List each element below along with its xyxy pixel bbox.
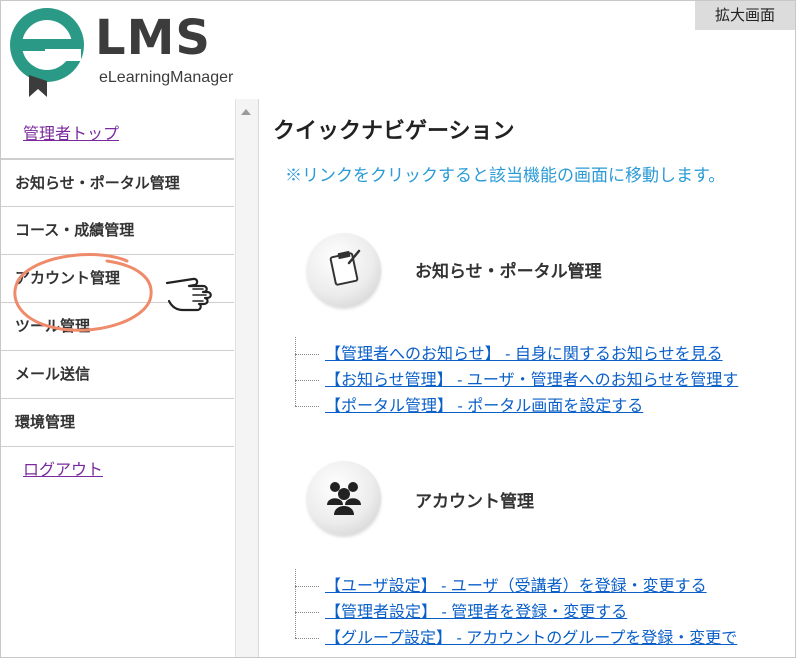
section-icon-notice — [307, 233, 381, 307]
highlight-circle-annotation — [13, 253, 153, 332]
section-title-account: アカウント管理 — [415, 492, 534, 511]
pointing-hand-icon — [165, 277, 212, 312]
list-item: 【ポータル管理】 - ポータル画面を設定する — [295, 393, 738, 419]
app-frame: LMS eLearningManager 拡大画面 管理者トップ お知らせ・ポー… — [0, 0, 796, 658]
link-portal-management[interactable]: 【ポータル管理】 - ポータル画面を設定する — [325, 398, 643, 415]
zoom-label[interactable]: 拡大画面 — [695, 1, 795, 30]
list-item: 【管理者へのお知らせ】 - 自身に関するお知らせを見る — [295, 341, 738, 367]
elms-logo-icon — [10, 8, 84, 97]
list-item: 【グループ設定】 - アカウントのグループを登録・変更で — [295, 625, 737, 651]
sidebar-item-course-grades[interactable]: コース・成績管理 — [1, 207, 234, 255]
logo-subtitle: eLearningManager — [99, 69, 234, 86]
page-title: クイックナビゲーション — [273, 118, 515, 143]
link-admin-notice[interactable]: 【管理者へのお知らせ】 - 自身に関するお知らせを見る — [325, 346, 723, 363]
link-user-settings[interactable]: 【ユーザ設定】 - ユーザ（受講者）を登録・変更する — [325, 578, 707, 595]
link-admin-settings[interactable]: 【管理者設定】 - 管理者を登録・変更する — [325, 604, 627, 621]
link-list-notice: 【管理者へのお知らせ】 - 自身に関するお知らせを見る 【お知らせ管理】 - ユ… — [295, 337, 738, 419]
logo: LMS eLearningManager — [5, 5, 275, 97]
scrollbar[interactable] — [236, 99, 258, 657]
main-content: クイックナビゲーション ※リンクをクリックすると該当機能の画面に移動します。 お… — [259, 99, 795, 657]
link-notice-management[interactable]: 【お知らせ管理】 - ユーザ・管理者へのお知らせを管理す — [325, 372, 738, 389]
list-item: 【ユーザ設定】 - ユーザ（受講者）を登録・変更する — [295, 573, 737, 599]
sidebar-item-logout[interactable]: ログアウト — [1, 447, 234, 495]
sidebar-item-admin-top[interactable]: 管理者トップ — [1, 111, 234, 159]
header: LMS eLearningManager 拡大画面 — [1, 1, 795, 99]
logo-text: LMS — [95, 10, 211, 66]
scroll-up-arrow-icon[interactable] — [241, 109, 251, 115]
list-item: 【管理者設定】 - 管理者を登録・変更する — [295, 599, 737, 625]
sidebar-item-mail[interactable]: メール送信 — [1, 351, 234, 399]
notice-text: ※リンクをクリックすると該当機能の画面に移動します。 — [285, 166, 726, 185]
link-list-account: 【ユーザ設定】 - ユーザ（受講者）を登録・変更する 【管理者設定】 - 管理者… — [295, 569, 737, 651]
sidebar-item-notice-portal[interactable]: お知らせ・ポータル管理 — [1, 159, 234, 207]
section-title-notice: お知らせ・ポータル管理 — [415, 262, 602, 281]
clipboard-icon — [329, 249, 361, 286]
sidebar-item-environment[interactable]: 環境管理 — [1, 399, 234, 447]
users-icon — [327, 482, 361, 515]
section-icon-account — [307, 461, 381, 535]
list-item: 【お知らせ管理】 - ユーザ・管理者へのお知らせを管理す — [295, 367, 738, 393]
link-group-settings[interactable]: 【グループ設定】 - アカウントのグループを登録・変更で — [325, 630, 737, 647]
